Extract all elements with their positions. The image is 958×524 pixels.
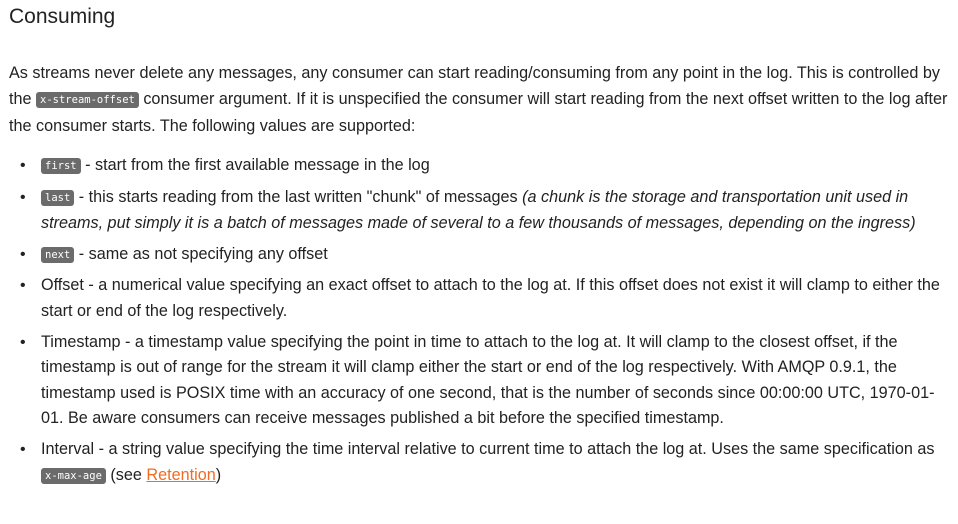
intro-text-2: consumer argument. If it is unspecified … — [9, 90, 948, 135]
list-item-text: - start from the first available message… — [80, 156, 430, 174]
inline-code-stream-offset: x-stream-offset — [36, 92, 139, 108]
section-heading: Consuming — [9, 5, 116, 28]
inline-code-next: next — [41, 246, 75, 263]
list-item-timestamp: • Timestamp - a timestamp value specifyin… — [9, 330, 949, 432]
bullet-icon: • — [20, 245, 26, 263]
list-item-interval: • Interval - a string value specifying th… — [9, 437, 949, 489]
list-item-text: - this starts reading from the last writ… — [74, 187, 523, 206]
documentation-page: Consuming As streams never delete any me… — [0, 0, 958, 524]
inline-code-max-age: x-max-age — [41, 467, 106, 484]
retention-link[interactable]: Retention — [146, 466, 215, 484]
list-item-first: • first - start from the first available … — [9, 153, 949, 180]
bullet-icon: • — [20, 188, 26, 206]
list-item-text: - same as not specifying any offset — [74, 244, 328, 263]
list-item-offset: • Offset - a numerical value specifying a… — [9, 273, 949, 324]
bullet-icon: • — [20, 277, 26, 295]
list-item-last: • last - this starts reading from the las… — [9, 185, 949, 237]
bullet-icon: • — [20, 440, 26, 458]
list-item-text: Offset - a numerical value specifying an… — [41, 276, 940, 320]
bullet-icon: • — [20, 333, 26, 351]
list-item-text: Timestamp - a timestamp value specifying… — [41, 332, 935, 428]
inline-code-first: first — [41, 158, 81, 174]
list-item-next: • next - same as not specifying any offse… — [9, 242, 949, 269]
offset-values-list: • first - start from the first available … — [9, 153, 958, 489]
list-item-text: Interval - a string value specifying the… — [41, 439, 935, 458]
list-item-text-3: ) — [215, 465, 222, 484]
list-item-text-2: (see — [105, 465, 147, 484]
bullet-icon: • — [20, 157, 26, 174]
intro-paragraph: As streams never delete any messages, an… — [9, 60, 949, 139]
inline-code-last: last — [41, 189, 75, 206]
